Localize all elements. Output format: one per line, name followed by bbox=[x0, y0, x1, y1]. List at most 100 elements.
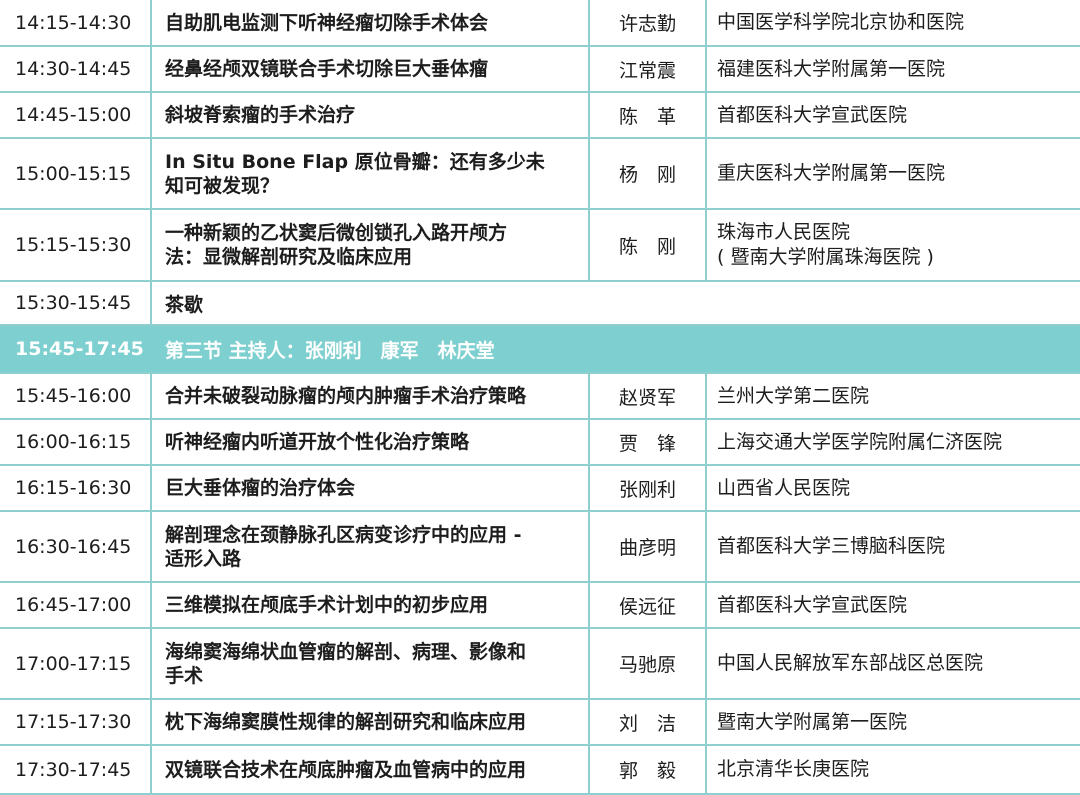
time-cell: 14:30-14:45 bbox=[0, 47, 152, 91]
institution-cell: 兰州大学第二医院 bbox=[707, 374, 1080, 418]
topic-lines: 斜坡脊索瘤的手术治疗 bbox=[165, 103, 355, 127]
topic-line: In Situ Bone Flap 原位骨瓣：还有多少未 bbox=[165, 150, 545, 173]
time-cell: 17:30-17:45 bbox=[0, 746, 152, 793]
table-row: 17:15-17:30 枕下海绵窦膜性规律的解剖研究和临床应用 刘 洁暨南大学附属第… bbox=[0, 700, 1080, 746]
topic-line: 斜坡脊索瘤的手术治疗 bbox=[165, 104, 356, 126]
session-title: 第三节 主持人：张刚利 康军 林庆堂 bbox=[165, 339, 495, 362]
topic-lines: 海绵窦海绵状血管瘤的解剖、病理、影像和 手术 bbox=[165, 640, 526, 688]
institution-cell: 首都医科大学宣武医院 bbox=[707, 583, 1080, 627]
institution-cell: 中国医学科学院北京协和医院 bbox=[707, 0, 1080, 45]
speaker-cell: 侯远征 bbox=[590, 583, 707, 627]
table-row: 17:00-17:15 海绵窦海绵状血管瘤的解剖、病理、影像和 手术 马驰原 中国人民解… bbox=[0, 629, 1080, 700]
topic-lines: 三维模拟在颅底手术计划中的初步应用 bbox=[165, 593, 488, 617]
institution-lines: 首都医科大学宣武医院 bbox=[717, 103, 907, 128]
institution-lines: 首都医科大学三博脑科医院 bbox=[717, 534, 945, 559]
time-cell: 16:30-16:45 bbox=[0, 512, 152, 581]
topic-lines: 经鼻经颅双镜联合手术切除巨大垂体瘤 bbox=[165, 57, 488, 81]
topic-cell: 双镜联合技术在颅底肿瘤及血管病中的应用 bbox=[152, 746, 590, 793]
institution-lines: 福建医科大学附属第一医院 bbox=[717, 57, 945, 82]
time-cell: 15:45-17:45 bbox=[15, 338, 144, 360]
table-row: 16:45-17:00 三维模拟在颅底手术计划中的初步应用 侯远征 首都医科大学宣武医… bbox=[0, 583, 1080, 629]
topic-line: 茶歇 bbox=[165, 293, 204, 316]
topic-cell: 解剖理念在颈静脉孔区病变诊疗中的应用 - 适形入路 bbox=[152, 512, 590, 581]
table-row: 15:00-15:15 In Situ Bone Flap 原位骨瓣：还有多少未知… bbox=[0, 139, 1080, 210]
table-row: 16:00-16:15 听神经瘤内听道开放个性化治疗策略 贾 锋上海交通大学医学院附… bbox=[0, 420, 1080, 466]
institution-cell: 珠海市人民医院 ( 暨南大学附属珠海医院 ) bbox=[707, 210, 1080, 280]
table-row: 14:15-14:30 自助肌电监测下听神经瘤切除手术体会 许志勤 中国医学科学院北京… bbox=[0, 0, 1080, 47]
topic-line: 巨大垂体瘤的治疗体会 bbox=[165, 477, 356, 499]
institution-line: 珠海市人民医院 bbox=[717, 221, 851, 243]
institution-lines: 珠海市人民医院 ( 暨南大学附属珠海医院 ) bbox=[717, 220, 934, 270]
institution-line: 兰州大学第二医院 bbox=[717, 384, 870, 407]
topic-line: 适形入路 bbox=[165, 547, 242, 570]
table-row: 16:15-16:30 巨大垂体瘤的治疗体会 张刚利 山西省人民医院 bbox=[0, 466, 1080, 512]
institution-cell: 首都医科大学三博脑科医院 bbox=[707, 512, 1080, 581]
topic-cell: 海绵窦海绵状血管瘤的解剖、病理、影像和 手术 bbox=[152, 629, 590, 698]
institution-line: 重庆医科大学附属第一医院 bbox=[717, 162, 946, 184]
topic-line: 知可被发现？ bbox=[165, 174, 280, 197]
speaker-cell: 杨 刚 bbox=[590, 139, 707, 208]
institution-lines: 北京清华长庚医院 bbox=[717, 757, 869, 782]
institution-lines: 重庆医科大学附属第一医院 bbox=[717, 161, 945, 186]
table-row: 16:30-16:45 解剖理念在颈静脉孔区病变诊疗中的应用 - 适形入路 曲彦明 首都… bbox=[0, 512, 1080, 583]
topic-line: 手术 bbox=[165, 664, 204, 687]
speaker-cell: 许志勤 bbox=[590, 0, 707, 45]
institution-lines: 中国医学科学院北京协和医院 bbox=[717, 10, 964, 35]
institution-lines: 暨南大学附属第一医院 bbox=[717, 710, 907, 735]
table-row: 14:30-14:45 经鼻经颅双镜联合手术切除巨大垂体瘤 江常震 福建医科大学附属第… bbox=[0, 47, 1080, 93]
institution-cell: 福建医科大学附属第一医院 bbox=[707, 47, 1080, 91]
institution-line: 山西省人民医院 bbox=[717, 476, 851, 499]
session-row: 15:45-17:45 第三节 主持人：张刚利 康军 林庆堂 bbox=[0, 326, 1080, 374]
table-row: 15:15-15:30 一种新颖的乙状窦后微创锁孔入路开颅方 法：显微解剖研究及临床… bbox=[0, 210, 1080, 282]
table-row: 14:45-15:00 斜坡脊索瘤的手术治疗 陈 革首都医科大学宣武医院 bbox=[0, 93, 1080, 139]
institution-cell: 暨南大学附属第一医院 bbox=[707, 700, 1080, 744]
institution-cell: 上海交通大学医学院附属仁济医院 bbox=[707, 420, 1080, 464]
break-label: 茶歇 bbox=[152, 282, 1080, 324]
topic-line: 一种新颖的乙状窦后微创锁孔入路开颅方 bbox=[165, 222, 508, 244]
topic-lines: 巨大垂体瘤的治疗体会 bbox=[165, 476, 355, 500]
institution-line: 首都医科大学宣武医院 bbox=[717, 593, 908, 616]
topic-line: 双镜联合技术在颅底肿瘤及血管病中的应用 bbox=[165, 758, 527, 781]
topic-line: 海绵窦海绵状血管瘤的解剖、病理、影像和 bbox=[165, 640, 527, 663]
topic-cell: 一种新颖的乙状窦后微创锁孔入路开颅方 法：显微解剖研究及临床应用 bbox=[152, 210, 590, 280]
table-row: 15:45-16:00 合并未破裂动脉瘤的颅内肿瘤手术治疗策略 赵贤军 兰州大学第二医… bbox=[0, 374, 1080, 420]
institution-line: ( 暨南大学附属珠海医院 ) bbox=[717, 246, 934, 268]
time-cell: 16:15-16:30 bbox=[0, 466, 152, 510]
time-cell: 15:30-15:45 bbox=[0, 282, 152, 324]
topic-lines: 双镜联合技术在颅底肿瘤及血管病中的应用 bbox=[165, 758, 526, 782]
topic-cell: In Situ Bone Flap 原位骨瓣：还有多少未 知可被发现？ bbox=[152, 139, 590, 208]
institution-lines: 上海交通大学医学院附属仁济医院 bbox=[717, 430, 1002, 455]
topic-line: 自助肌电监测下听神经瘤切除手术体会 bbox=[165, 11, 489, 34]
institution-line: 首都医科大学三博脑科医院 bbox=[717, 535, 946, 557]
institution-lines: 山西省人民医院 bbox=[717, 476, 850, 501]
institution-cell: 首都医科大学宣武医院 bbox=[707, 93, 1080, 137]
institution-line: 上海交通大学医学院附属仁济医院 bbox=[717, 430, 1003, 453]
speaker-cell: 陈 刚 bbox=[590, 210, 707, 280]
speaker-cell: 江常震 bbox=[590, 47, 707, 91]
speaker-cell: 贾 锋 bbox=[590, 420, 707, 464]
topic-cell: 巨大垂体瘤的治疗体会 bbox=[152, 466, 590, 510]
institution-lines: 兰州大学第二医院 bbox=[717, 384, 869, 409]
time-cell: 17:00-17:15 bbox=[0, 629, 152, 698]
institution-line: 暨南大学附属第一医院 bbox=[717, 710, 908, 733]
time-cell: 15:45-16:00 bbox=[0, 374, 152, 418]
speaker-cell: 张刚利 bbox=[590, 466, 707, 510]
institution-lines: 中国人民解放军东部战区总医院 bbox=[717, 651, 983, 676]
institution-cell: 重庆医科大学附属第一医院 bbox=[707, 139, 1080, 208]
topic-lines: 一种新颖的乙状窦后微创锁孔入路开颅方 法：显微解剖研究及临床应用 bbox=[165, 221, 507, 269]
topic-line: 经鼻经颅双镜联合手术切除巨大垂体瘤 bbox=[165, 58, 489, 80]
speaker-cell: 马驰原 bbox=[590, 629, 707, 698]
topic-cell: 枕下海绵窦膜性规律的解剖研究和临床应用 bbox=[152, 700, 590, 744]
institution-cell: 中国人民解放军东部战区总医院 bbox=[707, 629, 1080, 698]
institution-line: 首都医科大学宣武医院 bbox=[717, 103, 908, 126]
topic-lines: 自助肌电监测下听神经瘤切除手术体会 bbox=[165, 11, 488, 35]
topic-lines: 合并未破裂动脉瘤的颅内肿瘤手术治疗策略 bbox=[165, 384, 526, 408]
institution-line: 福建医科大学附属第一医院 bbox=[717, 57, 946, 80]
institution-cell: 北京清华长庚医院 bbox=[707, 746, 1080, 793]
topic-cell: 听神经瘤内听道开放个性化治疗策略 bbox=[152, 420, 590, 464]
speaker-cell: 郭 毅 bbox=[590, 746, 707, 793]
topic-lines: 解剖理念在颈静脉孔区病变诊疗中的应用 - 适形入路 bbox=[165, 523, 522, 571]
time-cell: 15:00-15:15 bbox=[0, 139, 152, 208]
table-row: 15:30-15:45 茶歇 bbox=[0, 282, 1080, 326]
time-cell: 14:15-14:30 bbox=[0, 0, 152, 45]
